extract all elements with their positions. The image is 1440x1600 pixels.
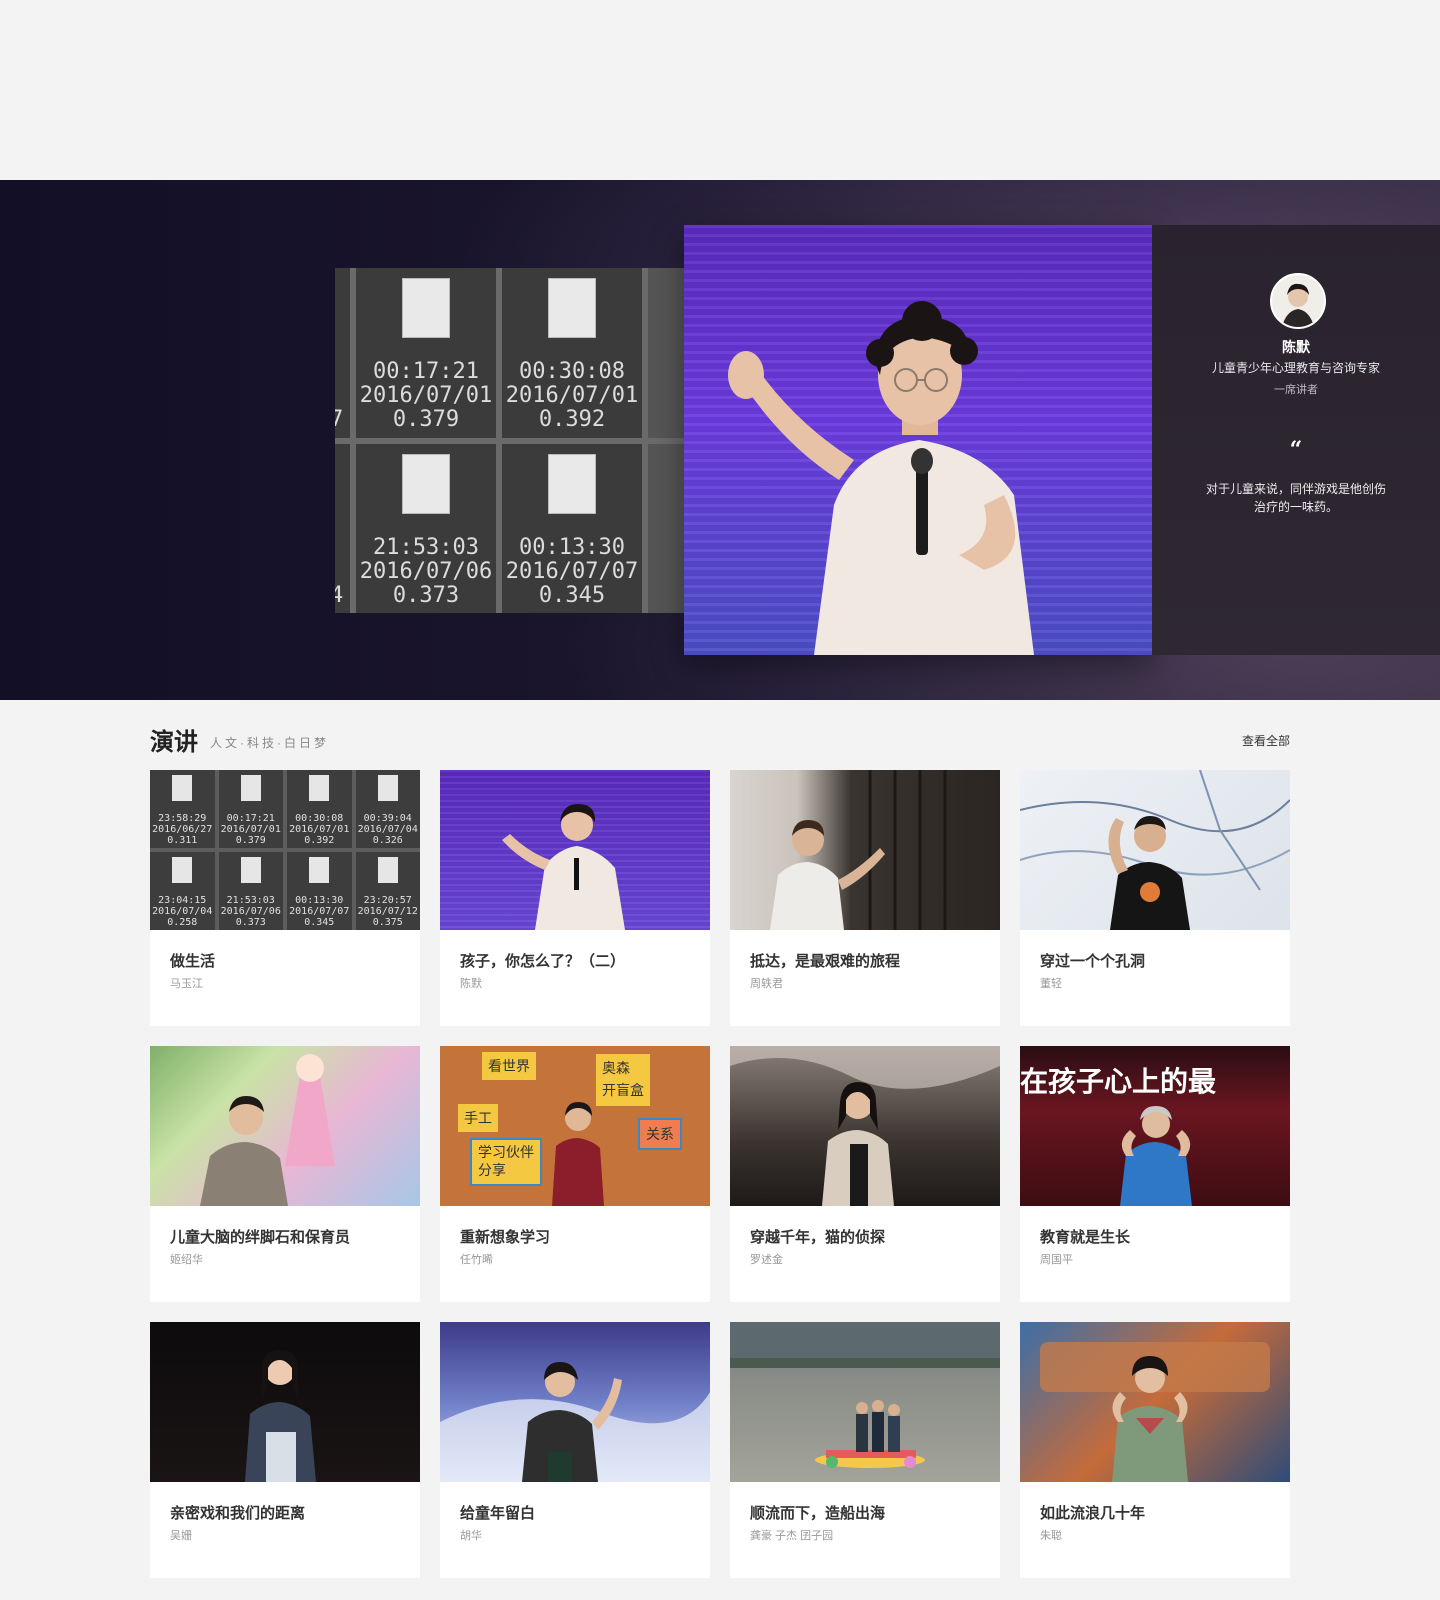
cell-value: 0.373 (392, 583, 460, 608)
talk-speaker[interactable]: 胡华 (460, 1527, 482, 1543)
talk-speaker[interactable]: 周国平 (1040, 1251, 1073, 1267)
speaker-role: 一席讲者 (1274, 384, 1318, 396)
speaker-quote: 对于儿童来说，同伴游戏是他创伤治疗的一味药。 (1205, 482, 1386, 514)
thumb-cell: 23:20:57 2016/07/12 0.375 (355, 852, 420, 930)
talk-speaker[interactable]: 任竹晞 (460, 1251, 493, 1267)
talk-card[interactable]: 穿越千年，猫的侦探 罗述金 (730, 1046, 1000, 1302)
hero-prev-cell: 00:30:08 2016/07/01 0.392 (502, 268, 642, 438)
talk-title[interactable]: 亲密戏和我们的距离 (170, 1502, 305, 1523)
talk-card[interactable]: 在孩子心上的最 教育就是生长 周国平 (1020, 1046, 1290, 1302)
talk-thumbnail (730, 1046, 1000, 1206)
talk-thumbnail (1020, 770, 1290, 930)
hero-current-slide[interactable] (684, 225, 1152, 655)
cell-date: 2016/07/01 (505, 383, 639, 408)
talks-grid: 23:58:29 2016/06/27 0.311 00:17:21 2016/07/… (150, 770, 1290, 1578)
talk-card[interactable]: 孩子，你怎么了？（二） 陈默 (440, 770, 710, 1026)
talk-card[interactable]: 穿过一个个孔洞 董轻 (1020, 770, 1290, 1026)
talk-speaker[interactable]: 陈默 (460, 975, 482, 991)
view-all-link[interactable]: 查看全部 (1242, 732, 1290, 749)
talk-speaker[interactable]: 吴姗 (170, 1527, 192, 1543)
speaker-name[interactable]: 陈默 (1152, 337, 1440, 357)
hero-prev-cell (648, 268, 685, 438)
cell-value: 0.345 (538, 583, 606, 608)
thumb-cell: 23:04:15 2016/07/04 0.258 (150, 852, 215, 930)
hero-prev-cell (648, 444, 685, 613)
talk-card[interactable]: 顺流而下，造船出海 龚豪 子杰 囝子园 (730, 1322, 1000, 1578)
talk-title[interactable]: 顺流而下，造船出海 (750, 1502, 885, 1523)
talk-thumbnail (730, 1322, 1000, 1482)
top-blank-area (0, 0, 1440, 180)
talk-title[interactable]: 穿过一个个孔洞 (1040, 950, 1145, 971)
talk-speaker[interactable]: 董轻 (1040, 975, 1062, 991)
talk-title[interactable]: 抵达，是最艰难的旅程 (750, 950, 900, 971)
cell-value: 0.392 (538, 407, 606, 432)
thumb-cell: 00:13:30 2016/07/07 0.345 (287, 852, 352, 930)
edge-text: 27 (335, 407, 344, 432)
talk-title[interactable]: 儿童大脑的绊脚石和保育员 (170, 1226, 350, 1247)
hero-prev-cell: 00:17:21 2016/07/01 0.379 (356, 268, 496, 438)
talk-thumbnail (730, 770, 1000, 930)
speaker-title: 儿童青少年心理教育与咨询专家 (1211, 361, 1380, 375)
talk-card[interactable]: 亲密戏和我们的距离 吴姗 (150, 1322, 420, 1578)
cell-date: 2016/07/06 (359, 559, 493, 584)
hero-prev-slide[interactable]: 27 00:17:21 2016/07/01 0.379 00:30:08 20… (335, 268, 685, 613)
talk-title[interactable]: 重新想象学习 (460, 1226, 550, 1247)
hero-prev-cell: 00:13:30 2016/07/07 0.345 (502, 444, 642, 613)
hero-prev-edge-cell: 27 (335, 268, 350, 438)
thumb-cell: 00:39:04 2016/07/04 0.326 (355, 770, 420, 848)
hero-prev-cell: 21:53:03 2016/07/06 0.373 (356, 444, 496, 613)
talk-speaker[interactable]: 周轶君 (750, 975, 783, 991)
talk-title[interactable]: 做生活 (170, 950, 215, 971)
speaker-avatar[interactable] (1270, 273, 1326, 329)
talk-thumbnail: 看世界 奥森 开盲盒 手工 学习伙伴 分享 关系 (440, 1046, 710, 1206)
edge-text: 04 (335, 583, 344, 608)
cell-time: 00:17:21 (373, 359, 479, 384)
talk-title[interactable]: 教育就是生长 (1040, 1226, 1130, 1247)
hero-carousel: 27 00:17:21 2016/07/01 0.379 00:30:08 20… (0, 180, 1440, 700)
talk-title[interactable]: 穿越千年，猫的侦探 (750, 1226, 885, 1247)
thumb-cell: 23:58:29 2016/06/27 0.311 (150, 770, 215, 848)
cell-time: 21:53:03 (373, 535, 479, 560)
talk-card[interactable]: 给童年留白 胡华 (440, 1322, 710, 1578)
thumb-cell: 21:53:03 2016/07/06 0.373 (218, 852, 283, 930)
talk-thumbnail (440, 770, 710, 930)
talk-speaker[interactable]: 龚豪 子杰 囝子园 (750, 1527, 833, 1543)
talk-card[interactable]: 23:58:29 2016/06/27 0.311 00:17:21 2016/07/… (150, 770, 420, 1026)
talk-card[interactable]: 抵达，是最艰难的旅程 周轶君 (730, 770, 1000, 1026)
thumb-cell: 00:17:21 2016/07/01 0.379 (218, 770, 283, 848)
cell-date: 2016/07/07 (505, 559, 639, 584)
talk-thumbnail (440, 1322, 710, 1482)
talk-card[interactable]: 看世界 奥森 开盲盒 手工 学习伙伴 分享 关系 重新想象学习 任竹晞 (440, 1046, 710, 1302)
talk-thumbnail: 23:58:29 2016/06/27 0.311 00:17:21 2016/07/… (150, 770, 420, 930)
speaker-photo (728, 301, 1034, 655)
talk-thumbnail (150, 1046, 420, 1206)
quote-icon: “ (1289, 437, 1303, 463)
talk-thumbnail: 在孩子心上的最 (1020, 1046, 1290, 1206)
talk-speaker[interactable]: 朱聪 (1040, 1527, 1062, 1543)
talk-card[interactable]: 儿童大脑的绊脚石和保育员 姬绍华 (150, 1046, 420, 1302)
hero-speaker-info: 陈默 儿童青少年心理教育与咨询专家 一席讲者 “ 对于儿童来说，同伴游戏是他创伤… (1152, 225, 1440, 655)
hero-prev-edge-cell: 04 (335, 444, 350, 613)
talk-speaker[interactable]: 姬绍华 (170, 1251, 203, 1267)
section-title: 演讲 (150, 727, 198, 756)
talk-thumbnail (150, 1322, 420, 1482)
talk-title[interactable]: 孩子，你怎么了？（二） (460, 950, 625, 971)
talks-section-header: 演讲 人文·科技·白日梦 查看全部 (150, 722, 1290, 756)
cell-time: 00:13:30 (519, 535, 625, 560)
talk-speaker[interactable]: 马玉江 (170, 975, 203, 991)
cell-date: 2016/07/01 (359, 383, 493, 408)
cell-value: 0.379 (392, 407, 460, 432)
talk-title[interactable]: 给童年留白 (460, 1502, 535, 1523)
talk-speaker[interactable]: 罗述金 (750, 1251, 783, 1267)
thumb-cell: 00:30:08 2016/07/01 0.392 (287, 770, 352, 848)
section-subtitle: 人文·科技·白日梦 (210, 736, 329, 750)
cell-time: 00:30:08 (519, 359, 625, 384)
talk-card[interactable]: 如此流浪几十年 朱聪 (1020, 1322, 1290, 1578)
talk-title[interactable]: 如此流浪几十年 (1040, 1502, 1145, 1523)
talk-thumbnail (1020, 1322, 1290, 1482)
